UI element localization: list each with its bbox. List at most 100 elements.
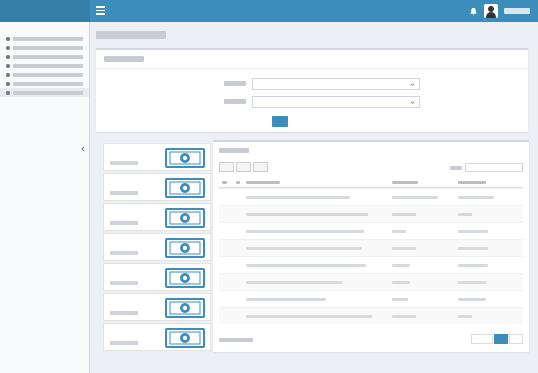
stat-label <box>110 341 138 345</box>
money-bill-icon <box>165 208 205 228</box>
hamburger-icon[interactable] <box>96 6 106 16</box>
sidebar-item-label <box>13 72 83 77</box>
table-cell <box>455 263 523 267</box>
stat-card <box>103 263 211 291</box>
sidebar-item-label <box>13 54 83 59</box>
circle-icon <box>6 81 10 86</box>
chevron-down-icon <box>410 83 415 86</box>
table-cell <box>389 297 455 301</box>
sidebar-item-label <box>13 36 83 41</box>
stat-label <box>110 221 138 225</box>
pagination-prev[interactable] <box>471 334 493 344</box>
table-search <box>450 163 523 172</box>
circle-icon <box>6 54 10 59</box>
column-header[interactable] <box>243 181 389 184</box>
export-buttons <box>219 162 268 172</box>
bell-icon[interactable] <box>469 7 478 16</box>
table-cell <box>455 280 523 284</box>
sidebar-item[interactable] <box>0 52 89 61</box>
table-cell <box>389 263 455 267</box>
pagination <box>471 334 523 344</box>
sidebar-item[interactable] <box>0 34 89 43</box>
circle-icon <box>6 45 10 50</box>
stat-card <box>103 293 211 321</box>
table-row[interactable] <box>219 273 523 290</box>
app-brand[interactable] <box>0 0 90 22</box>
table-info <box>219 338 253 342</box>
table-cell <box>389 280 455 284</box>
table-cell <box>243 297 389 301</box>
export-button[interactable] <box>236 162 251 172</box>
circle-icon <box>6 72 10 77</box>
money-bill-icon <box>165 148 205 168</box>
chevron-left-icon[interactable] <box>80 146 86 152</box>
table-title <box>219 148 249 153</box>
table-row[interactable] <box>219 222 523 239</box>
search-input[interactable] <box>465 163 523 172</box>
pagination-next[interactable] <box>509 334 523 344</box>
filter-label <box>224 99 246 104</box>
stat-card <box>103 173 211 201</box>
table-cell <box>455 229 523 233</box>
sidebar-item[interactable] <box>0 43 89 52</box>
table-cell <box>243 212 389 216</box>
user-avatar[interactable] <box>484 4 498 18</box>
table-cell <box>389 229 455 233</box>
export-button[interactable] <box>253 162 268 172</box>
table-cell <box>455 297 523 301</box>
table-row[interactable] <box>219 205 523 222</box>
table-cell <box>243 246 389 250</box>
table-row[interactable] <box>219 290 523 307</box>
sidebar-item-label <box>13 81 83 86</box>
table-cell <box>243 314 389 318</box>
table-row[interactable] <box>219 256 523 273</box>
sidebar-item-label <box>13 63 83 68</box>
filter-title <box>104 56 144 62</box>
table-cell <box>243 229 389 233</box>
pagination-page[interactable] <box>494 334 508 344</box>
stat-label <box>110 281 138 285</box>
table-cell <box>243 263 389 267</box>
filter-submit-button[interactable] <box>272 116 288 127</box>
page-title <box>96 31 166 39</box>
table-panel <box>213 140 529 352</box>
stat-card <box>103 203 211 231</box>
sidebar-header <box>0 22 89 34</box>
sidebar <box>0 22 90 373</box>
stat-label <box>110 251 138 255</box>
stat-label <box>110 191 138 195</box>
money-bill-icon <box>165 268 205 288</box>
table-row[interactable] <box>219 239 523 256</box>
sidebar-item[interactable] <box>0 70 89 79</box>
table-cell <box>455 314 523 318</box>
table-cell <box>455 246 523 250</box>
table-cell <box>389 246 455 250</box>
stat-card <box>103 323 211 351</box>
sidebar-item-label <box>13 45 83 50</box>
column-header[interactable] <box>233 181 243 184</box>
filter-label <box>224 81 246 86</box>
stat-label <box>110 161 138 165</box>
sidebar-item-active[interactable] <box>0 88 89 97</box>
table-cell <box>389 314 455 318</box>
filter-row <box>96 78 528 90</box>
username-label[interactable] <box>504 8 530 14</box>
table-cell <box>389 195 455 199</box>
sidebar-item[interactable] <box>0 61 89 70</box>
column-header[interactable] <box>455 181 523 184</box>
circle-icon <box>6 90 10 95</box>
navbar-right <box>469 3 530 19</box>
filter-select[interactable] <box>252 78 420 90</box>
export-button[interactable] <box>219 162 234 172</box>
column-header[interactable] <box>389 181 455 184</box>
filter-row <box>96 96 528 108</box>
column-header[interactable] <box>219 181 233 184</box>
sidebar-item[interactable] <box>0 79 89 88</box>
table-row[interactable] <box>219 188 523 205</box>
data-table <box>219 178 523 324</box>
table-row[interactable] <box>219 307 523 324</box>
money-bill-icon <box>165 298 205 318</box>
filter-select[interactable] <box>252 96 420 108</box>
circle-icon <box>6 63 10 68</box>
table-cell <box>455 212 523 216</box>
